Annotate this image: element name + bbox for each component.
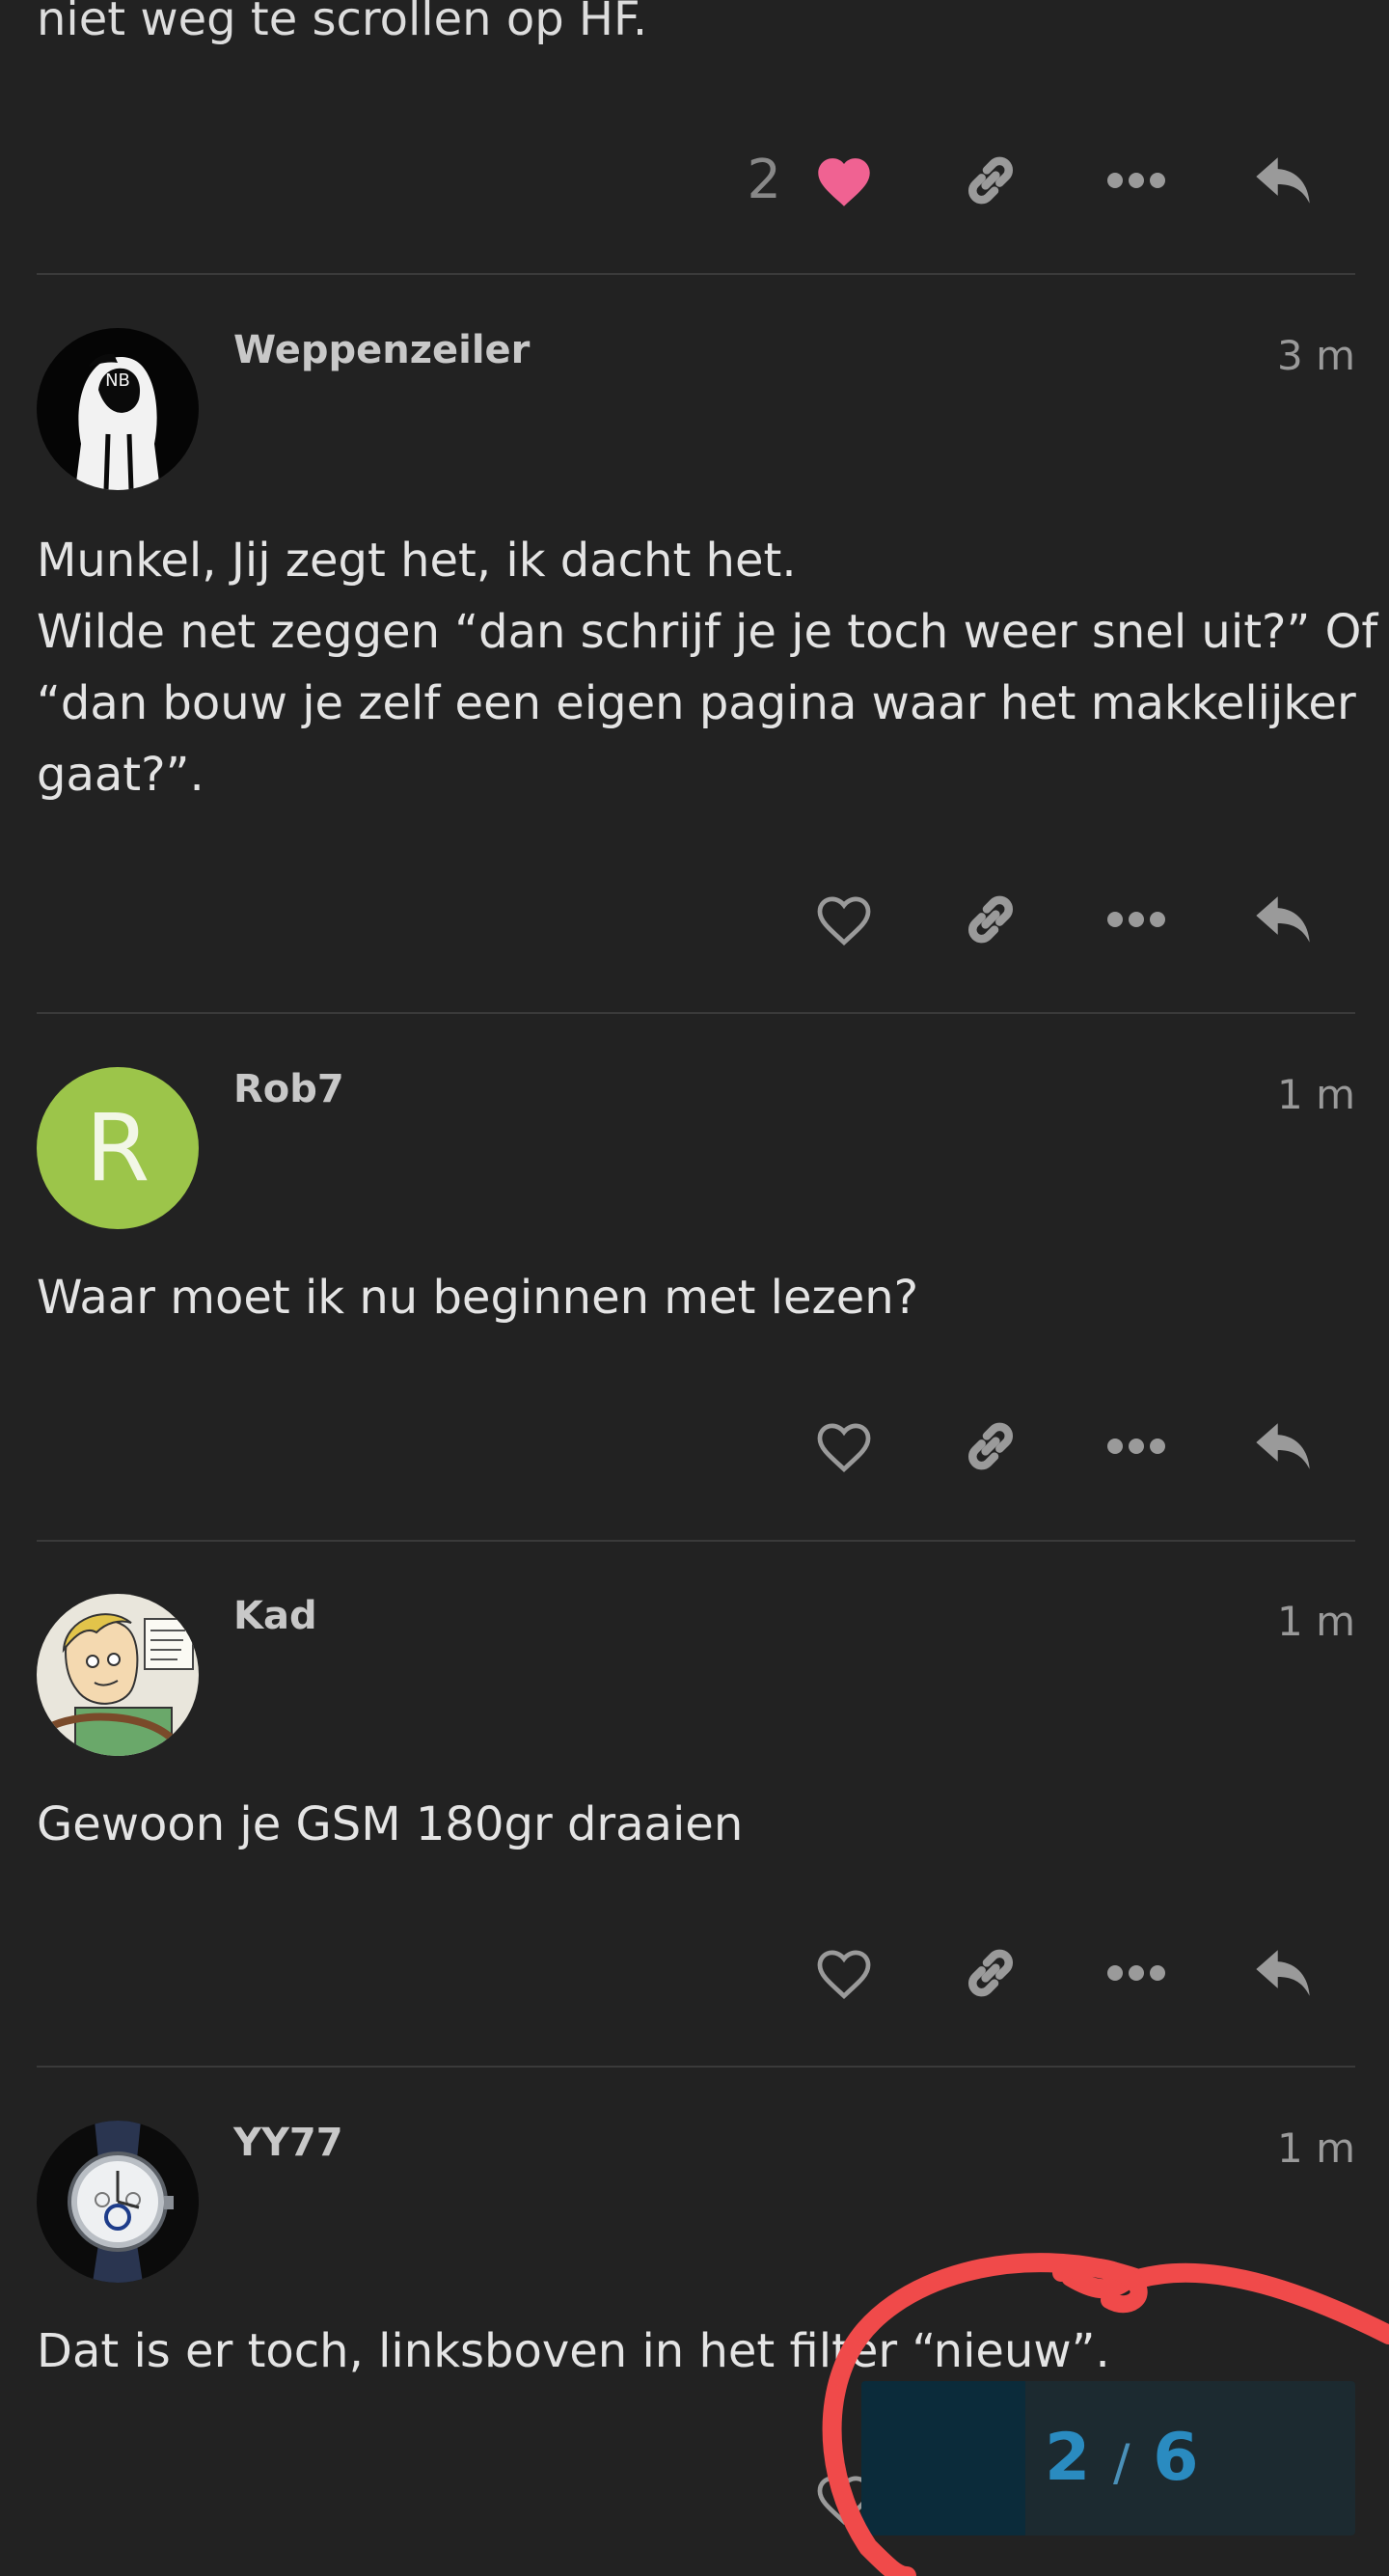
post-timestamp[interactable]: 1 m (1277, 2124, 1355, 2172)
reply-button[interactable] (1244, 142, 1321, 219)
like-button[interactable] (805, 881, 883, 958)
post-timestamp[interactable]: 3 m (1277, 332, 1355, 379)
post-body-line: “dan bouw je zelf een eigen pagina waar … (37, 676, 1356, 730)
more-button[interactable] (1098, 1934, 1175, 2012)
post-divider (37, 1540, 1355, 1542)
avatar[interactable]: NB (37, 328, 199, 490)
reply-button[interactable] (1244, 1408, 1321, 1485)
post-divider (37, 2066, 1355, 2068)
post-body: Waar moet ik nu beginnen met lezen? (37, 1262, 1358, 1333)
hooded-figure-avatar-image: NB (37, 328, 199, 490)
copy-link-button[interactable] (952, 142, 1029, 219)
avatar[interactable] (37, 1594, 199, 1756)
post-actions (0, 881, 1389, 958)
like-button[interactable] (805, 1408, 883, 1485)
heart-icon (817, 1423, 871, 1472)
more-icon (1107, 1439, 1165, 1454)
post-body-line: Wilde net zeggen “dan schrijf je je toch… (37, 605, 1378, 659)
post-body: Gewoon je GSM 180gr draaien (37, 1789, 1358, 1860)
wristwatch-avatar-image (37, 2121, 199, 2283)
copy-link-button[interactable] (952, 1408, 1029, 1485)
progress-current: 2 (1045, 2420, 1091, 2496)
post-body-line: Munkel, Jij zegt het, ik dacht het. (37, 534, 797, 588)
progress-total: 6 (1153, 2420, 1199, 2496)
post-timestamp[interactable]: 1 m (1277, 1071, 1355, 1118)
post-actions: 2 (0, 142, 1389, 219)
progress-bar-fill (861, 2381, 1026, 2535)
heart-icon (817, 1950, 871, 1999)
post-body-line: Gewoon je GSM 180gr draaien (37, 1797, 744, 1851)
previous-post-text: niet weg te scrollen op HF. (37, 0, 648, 46)
copy-link-button[interactable] (952, 1934, 1029, 2012)
post-body-line: Dat is er toch, linksboven in het filter… (37, 2324, 1110, 2378)
heart-filled-icon (818, 158, 870, 206)
post-body-line: Waar moet ik nu beginnen met lezen? (37, 1271, 919, 1325)
heart-icon (817, 896, 871, 945)
post-divider (37, 1012, 1355, 1014)
svg-text:NB: NB (105, 370, 130, 391)
reply-button[interactable] (1244, 1934, 1321, 2012)
post-username[interactable]: YY77 (233, 2121, 343, 2165)
post-username[interactable]: Weppenzeiler (233, 328, 530, 372)
link-icon (968, 1422, 1013, 1470)
more-button[interactable] (1098, 142, 1175, 219)
post-username[interactable]: Rob7 (233, 1067, 344, 1111)
like-button[interactable] (805, 142, 883, 219)
reply-icon (1256, 1950, 1310, 1996)
more-icon (1107, 912, 1165, 927)
more-button[interactable] (1098, 1408, 1175, 1485)
more-icon (1107, 173, 1165, 188)
post-timestamp[interactable]: 1 m (1277, 1598, 1355, 1645)
avatar-letter: R (37, 1067, 199, 1229)
reply-icon (1256, 1423, 1310, 1469)
more-icon (1107, 1965, 1165, 1981)
post-actions (0, 1408, 1389, 1485)
post-username[interactable]: Kad (233, 1594, 317, 1638)
like-button[interactable] (805, 1934, 883, 2012)
link-icon (968, 895, 1013, 944)
topic-progress[interactable]: 2 / 6 (861, 2381, 1355, 2535)
cartoon-driver-avatar-image (37, 1594, 199, 1756)
link-icon (968, 1949, 1013, 1997)
copy-link-button[interactable] (952, 881, 1029, 958)
post-body: Dat is er toch, linksboven in het filter… (37, 2316, 1358, 2387)
avatar[interactable] (37, 2121, 199, 2283)
reply-icon (1256, 157, 1310, 204)
progress-counter: 2 / 6 (1045, 2381, 1334, 2535)
more-button[interactable] (1098, 881, 1175, 958)
progress-separator: / (1113, 2434, 1130, 2492)
post-divider (37, 273, 1355, 275)
post-body: Munkel, Jij zegt het, ik dacht het. Wild… (37, 525, 1378, 810)
reply-button[interactable] (1244, 881, 1321, 958)
like-count: 2 (747, 149, 781, 211)
link-icon (968, 156, 1013, 205)
post-actions (0, 1934, 1389, 2012)
reply-icon (1256, 896, 1310, 943)
avatar[interactable]: R (37, 1067, 199, 1229)
post-body-line: gaat?”. (37, 748, 204, 802)
